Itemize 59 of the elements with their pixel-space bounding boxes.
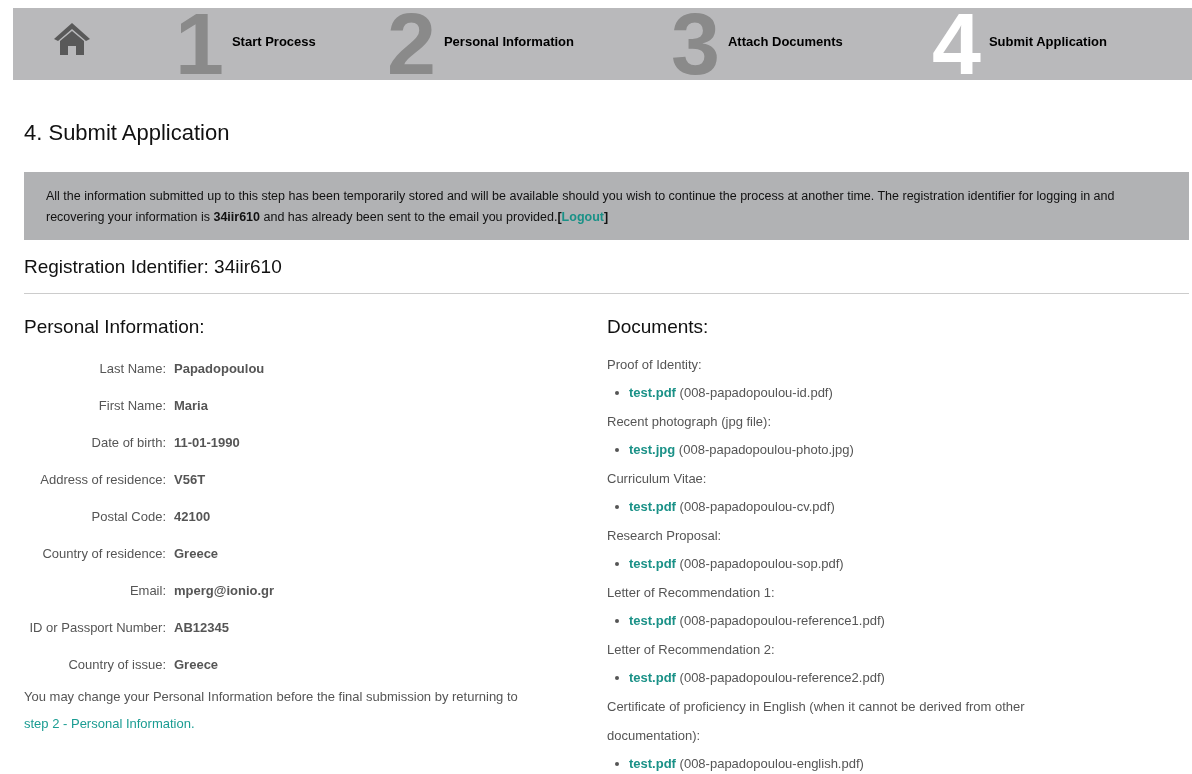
bullet-icon (615, 448, 619, 452)
page-title: 4. Submit Application (24, 120, 231, 146)
field-label: Date of birth: (90, 435, 166, 450)
field-label: Last Name: (98, 361, 166, 376)
section-heading: Personal Information: (24, 316, 206, 338)
section-heading: Documents: (607, 316, 710, 338)
document-label: Certificate of proficiency in English (when it cannot be derived from other documentation): (607, 698, 1026, 745)
file-link[interactable]: test.pdf (629, 556, 676, 571)
field-value: Maria (174, 398, 209, 413)
field-label: Postal Code: (90, 509, 166, 524)
step-tab[interactable]: Submit Application (988, 34, 1107, 50)
stored-filename: (008-papadopoulou-cv.pdf) (679, 499, 835, 514)
field-value: Papadopoulou (174, 361, 266, 376)
field-label: Country of issue: (67, 657, 166, 672)
document-label: Research Proposal: (607, 527, 723, 545)
field-value: Greece (174, 546, 220, 561)
stored-filename: (008-papadopoulou-reference2.pdf) (679, 670, 885, 685)
document-label: Recent photograph (jpg file): (607, 413, 773, 431)
bullet-icon (615, 391, 619, 395)
field-value: 42100 (174, 509, 212, 524)
bullet-icon (615, 562, 619, 566)
step-link[interactable]: step 2 - Personal Information. (24, 716, 195, 731)
field-value: V56T (174, 472, 207, 487)
step-tab[interactable]: Start Process (231, 34, 316, 50)
field-label: Email: (128, 583, 166, 598)
field-value: AB12345 (174, 620, 230, 635)
notice-text: All the information submitted up to this step has been temporarily stored and will be available should you wish to continue the process at another time. The registration identifier for logging in and recovering your information is 34iir610 and has already been sent to the email you provided.[Logout] (24, 172, 1189, 240)
stored-filename: (008-papadopoulou-photo.jpg) (678, 442, 854, 457)
document-label: Proof of Identity: (607, 356, 703, 374)
field-value: Greece (174, 657, 220, 672)
step-tab[interactable]: Attach Documents (727, 34, 843, 50)
stored-filename: (008-papadopoulou-reference1.pdf) (679, 613, 885, 628)
field-value: 11-01-1990 (174, 435, 241, 450)
stored-filename: (008-papadopoulou-id.pdf) (679, 385, 833, 400)
file-link[interactable]: test.pdf (629, 670, 676, 685)
registration-identifier: Registration Identifier: 34iir610 (24, 256, 283, 278)
step-number: 4 (932, 8, 981, 80)
bullet-icon (615, 762, 619, 766)
document-label: Letter of Recommendation 2: (607, 641, 776, 659)
document-label: Curriculum Vitae: (607, 470, 708, 488)
step-tab[interactable]: Personal Information (443, 34, 574, 50)
file-link[interactable]: test.jpg (629, 442, 676, 457)
field-label: Country of residence: (41, 546, 166, 561)
home-icon[interactable] (53, 22, 91, 56)
field-label: Address of residence: (39, 472, 166, 487)
file-link[interactable]: test.pdf (629, 385, 676, 400)
bullet-icon (615, 619, 619, 623)
field-label: First Name: (97, 398, 166, 413)
file-link[interactable]: test.pdf (629, 613, 676, 628)
bullet-icon (615, 676, 619, 680)
file-link[interactable]: test.pdf (629, 499, 676, 514)
stored-filename: (008-papadopoulou-sop.pdf) (679, 556, 844, 571)
file-link[interactable]: test.pdf (629, 756, 676, 771)
field-value: mperg@ionio.gr (174, 583, 276, 598)
change-note: You may change your Personal Information before the final submission by returning to (24, 688, 519, 706)
stored-filename: (008-papadopoulou-english.pdf) (679, 756, 864, 771)
field-label: ID or Passport Number: (28, 620, 166, 635)
bullet-icon (615, 505, 619, 509)
document-label: Letter of Recommendation 1: (607, 584, 776, 602)
